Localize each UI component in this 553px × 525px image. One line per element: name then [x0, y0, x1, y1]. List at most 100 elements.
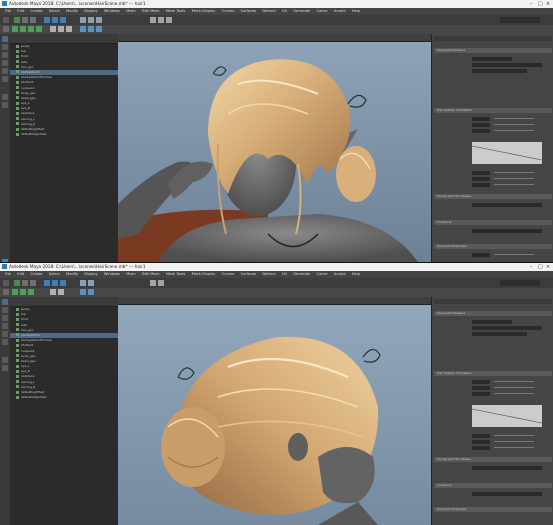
menu-deform[interactable]: Deform	[262, 271, 275, 278]
attr-tabs[interactable]	[434, 299, 552, 304]
menu-generate[interactable]: Generate	[293, 271, 310, 278]
minimize-icon[interactable]: –	[530, 264, 533, 270]
select-tool-icon[interactable]	[2, 36, 8, 42]
move-tool-icon[interactable]	[2, 60, 8, 66]
menu-curves[interactable]: Curves	[222, 8, 234, 15]
menu-curves[interactable]: Curves	[222, 271, 234, 278]
viewport-panel[interactable]	[118, 297, 431, 525]
menu-generate[interactable]: Generate	[293, 8, 310, 15]
mode-dropdown[interactable]	[3, 280, 9, 286]
attr-field[interactable]	[472, 320, 512, 324]
rotate-tool-icon[interactable]	[2, 331, 8, 337]
new-scene-icon[interactable]	[14, 280, 20, 286]
scale-tool-icon[interactable]	[2, 339, 8, 345]
attr-field[interactable]	[472, 466, 542, 470]
menu-deform[interactable]: Deform	[262, 8, 275, 15]
menu-arnold[interactable]: Arnold	[334, 271, 346, 278]
shelf-poly-cube-icon[interactable]	[20, 289, 26, 295]
attr-section-header[interactable]: Hair System Simulated	[434, 108, 552, 113]
attr-slider[interactable]	[494, 124, 534, 126]
shelf-hair-icon[interactable]	[80, 289, 86, 295]
menu-mesh[interactable]: Mesh	[126, 271, 135, 278]
save-scene-icon[interactable]	[30, 17, 36, 23]
shelf-curve-tool-icon[interactable]	[50, 289, 56, 295]
minimize-icon[interactable]: –	[530, 1, 533, 7]
attr-section-header[interactable]: Hair System Simulated	[434, 371, 552, 376]
layout-single-icon[interactable]	[2, 94, 8, 100]
menu-uv[interactable]: UV	[282, 271, 287, 278]
viewport-panel[interactable]	[118, 34, 431, 262]
lasso-tool-icon[interactable]	[2, 307, 8, 313]
attr-slider[interactable]	[494, 381, 534, 383]
menu-select[interactable]: Select	[49, 8, 60, 15]
attr-field[interactable]	[472, 177, 490, 181]
close-icon[interactable]: ×	[546, 1, 550, 7]
shelf-poly-cylinder-icon[interactable]	[28, 26, 34, 32]
layout-four-icon[interactable]	[2, 365, 8, 371]
attr-field[interactable]	[472, 332, 527, 336]
menu-edit-mesh[interactable]: Edit Mesh	[142, 271, 160, 278]
scale-tool-icon[interactable]	[2, 76, 8, 82]
menu-windows[interactable]: Windows	[104, 8, 120, 15]
attr-slider[interactable]	[494, 172, 534, 174]
select-by-object-icon[interactable]	[52, 280, 58, 286]
menu-surfaces[interactable]: Surfaces	[240, 8, 256, 15]
menu-modify[interactable]: Modify	[66, 8, 78, 15]
attr-slider[interactable]	[494, 184, 534, 186]
attr-field[interactable]	[472, 69, 527, 73]
attr-slider[interactable]	[494, 441, 534, 443]
attr-section-header[interactable]: Clump and Hair Shape	[434, 457, 552, 462]
shelf-xgen-icon[interactable]	[96, 26, 102, 32]
shelf-poly-cube-icon[interactable]	[20, 26, 26, 32]
rotate-tool-icon[interactable]	[2, 68, 8, 74]
ipr-render-icon[interactable]	[158, 17, 164, 23]
maximize-icon[interactable]: □	[538, 264, 543, 270]
menu-edit-mesh[interactable]: Edit Mesh	[142, 8, 160, 15]
menu-edit[interactable]: Edit	[17, 271, 24, 278]
shelf-tab-curves-icon[interactable]	[3, 289, 9, 295]
attr-field[interactable]	[472, 380, 490, 384]
menu-cache[interactable]: Cache	[316, 271, 327, 278]
snap-curve-icon[interactable]	[88, 280, 94, 286]
shelf-nhair-icon[interactable]	[88, 289, 94, 295]
menu-mesh-tools[interactable]: Mesh Tools	[166, 8, 185, 15]
menu-help[interactable]: Help	[352, 271, 360, 278]
attr-slider[interactable]	[494, 130, 534, 132]
attr-slider[interactable]	[494, 447, 534, 449]
paint-select-icon[interactable]	[2, 52, 8, 58]
menu-help[interactable]: Help	[352, 8, 360, 15]
attr-field[interactable]	[472, 229, 542, 233]
snap-point-icon[interactable]	[96, 17, 102, 23]
attr-field[interactable]	[472, 57, 512, 61]
outliner-item[interactable]: defaultObjectSet	[10, 395, 118, 400]
shelf-nhair-icon[interactable]	[88, 26, 94, 32]
menu-cache[interactable]: Cache	[316, 8, 327, 15]
attr-field[interactable]	[472, 392, 490, 396]
attr-slider[interactable]	[494, 387, 534, 389]
attr-slider[interactable]	[494, 435, 534, 437]
attr-field[interactable]	[472, 434, 490, 438]
attr-slider[interactable]	[494, 254, 534, 256]
attr-field[interactable]	[472, 183, 490, 187]
menu-mesh-display[interactable]: Mesh Display	[192, 8, 216, 15]
menu-create[interactable]: Create	[31, 271, 43, 278]
shelf-poly-sphere-icon[interactable]	[12, 289, 18, 295]
attr-field[interactable]	[472, 492, 542, 496]
attr-field[interactable]	[472, 386, 490, 390]
attr-tabs[interactable]	[434, 36, 552, 41]
select-by-component-icon[interactable]	[60, 17, 66, 23]
mode-dropdown[interactable]	[3, 17, 9, 23]
clump-width-scale-graph[interactable]	[472, 405, 542, 427]
attr-field[interactable]	[472, 203, 542, 207]
move-tool-icon[interactable]	[2, 323, 8, 329]
menu-display[interactable]: Display	[84, 271, 97, 278]
snap-curve-icon[interactable]	[88, 17, 94, 23]
maximize-icon[interactable]: □	[538, 1, 543, 7]
attr-slider[interactable]	[494, 178, 534, 180]
shelf-ep-curve-icon[interactable]	[58, 289, 64, 295]
shelf-curve-tool-icon[interactable]	[50, 26, 56, 32]
menu-mesh-display[interactable]: Mesh Display	[192, 271, 216, 278]
workspace-dropdown[interactable]	[500, 280, 540, 286]
menu-mesh[interactable]: Mesh	[126, 8, 135, 15]
select-by-hierarchy-icon[interactable]	[44, 17, 50, 23]
